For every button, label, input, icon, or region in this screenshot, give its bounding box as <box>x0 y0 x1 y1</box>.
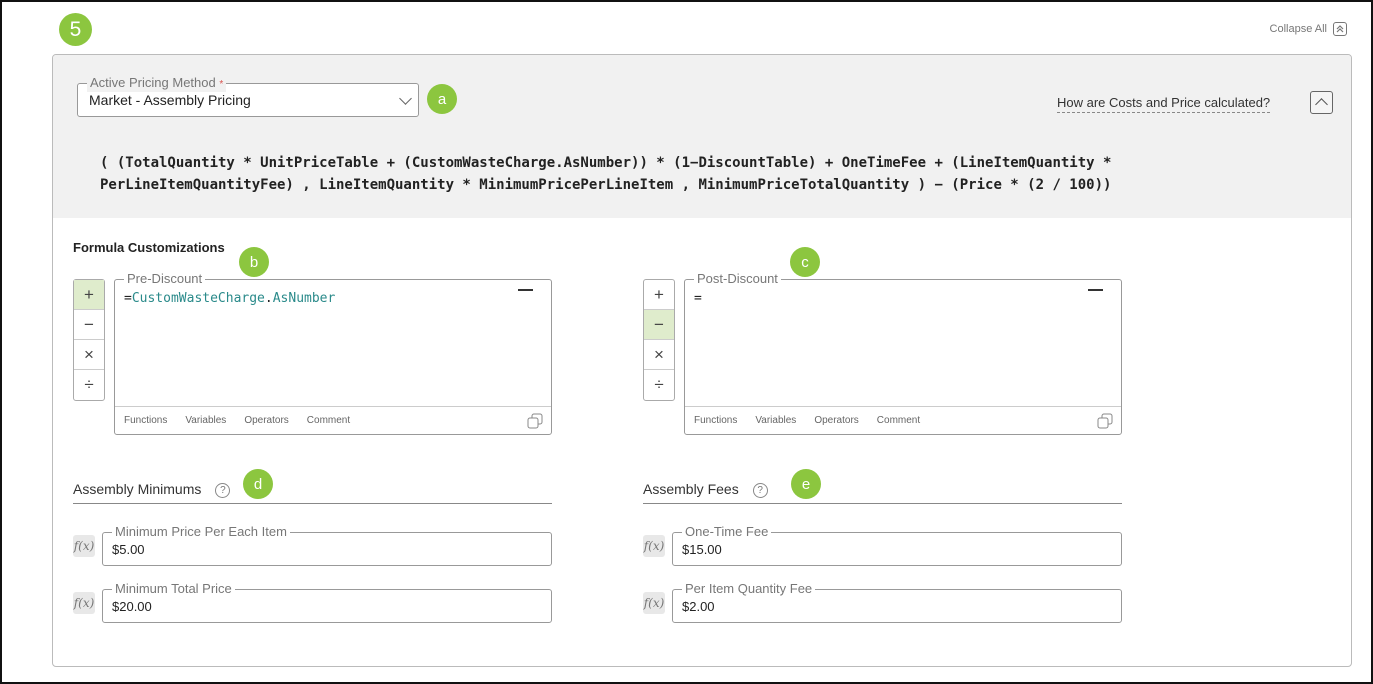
function-icon[interactable]: f(x) <box>643 535 665 557</box>
formula-line-2: PerLineItemQuantityFee) , LineItemQuanti… <box>100 177 1112 193</box>
function-icon[interactable]: f(x) <box>643 592 665 614</box>
post-discount-label: Post-Discount <box>694 272 781 286</box>
pre-discount-operators: + − × ÷ <box>73 279 105 401</box>
divide-operator-button[interactable]: ÷ <box>74 370 104 400</box>
minimum-price-per-item-label: Minimum Price Per Each Item <box>112 525 290 539</box>
formula-line-1: ( (TotalQuantity * UnitPriceTable + (Cus… <box>100 155 1112 171</box>
marker-b: b <box>239 247 269 277</box>
assembly-fees-heading: Assembly Fees? <box>643 481 768 498</box>
per-item-quantity-fee-label: Per Item Quantity Fee <box>682 582 816 596</box>
one-time-fee-label: One-Time Fee <box>682 525 772 539</box>
per-item-quantity-fee-value: $2.00 <box>682 599 715 614</box>
pre-discount-editor[interactable]: Pre-Discount =CustomWasteCharge.AsNumber… <box>114 272 552 435</box>
per-item-quantity-fee-field[interactable]: Per Item Quantity Fee $2.00 <box>672 582 1122 623</box>
post-discount-operators: + − × ÷ <box>643 279 675 401</box>
marker-e: e <box>791 469 821 499</box>
help-icon[interactable]: ? <box>752 483 768 498</box>
marker-a: a <box>427 84 457 114</box>
formula-equals: = <box>124 291 132 306</box>
help-icon[interactable]: ? <box>215 483 231 498</box>
variables-tab[interactable]: Variables <box>185 415 226 426</box>
formula-token-variable: CustomWasteCharge <box>131 291 265 306</box>
function-icon[interactable]: f(x) <box>73 592 95 614</box>
add-operator-button[interactable]: + <box>644 280 674 310</box>
marker-d: d <box>243 469 273 499</box>
subtract-operator-button[interactable]: − <box>74 310 104 340</box>
fees-divider <box>643 503 1122 504</box>
minimum-total-price-field[interactable]: Minimum Total Price $20.00 <box>102 582 552 623</box>
comment-tab[interactable]: Comment <box>877 415 920 426</box>
pricing-method-label: Active Pricing Method <box>90 75 216 90</box>
assembly-fees-title: Assembly Fees <box>643 481 739 497</box>
minimum-total-price-value: $20.00 <box>112 599 152 614</box>
one-time-fee-field[interactable]: One-Time Fee $15.00 <box>672 525 1122 566</box>
required-mark: * <box>219 79 224 90</box>
formula-customizations-title: Formula Customizations <box>73 240 225 255</box>
minimum-price-per-item-value: $5.00 <box>112 542 145 557</box>
expand-editor-icon[interactable] <box>527 413 543 429</box>
minimum-total-price-label: Minimum Total Price <box>112 582 235 596</box>
post-discount-formula[interactable]: = <box>694 291 702 306</box>
variables-tab[interactable]: Variables <box>755 415 796 426</box>
functions-tab[interactable]: Functions <box>694 415 737 426</box>
formula-dot: . <box>264 291 273 306</box>
pricing-card: Active Pricing Method * Market - Assembl… <box>52 54 1352 667</box>
formula-token-property: AsNumber <box>272 291 336 306</box>
minimize-icon[interactable] <box>1088 289 1103 291</box>
add-operator-button[interactable]: + <box>74 280 104 310</box>
comment-tab[interactable]: Comment <box>307 415 350 426</box>
minimums-divider <box>73 503 552 504</box>
pricing-method-select[interactable]: Active Pricing Method * Market - Assembl… <box>77 76 419 117</box>
pre-discount-label: Pre-Discount <box>124 272 206 286</box>
subtract-operator-button[interactable]: − <box>644 310 674 340</box>
collapse-all-button[interactable]: Collapse All <box>1270 22 1347 36</box>
chevron-up-icon <box>1315 98 1328 111</box>
pricing-method-legend: Active Pricing Method * <box>87 75 227 92</box>
divide-operator-button[interactable]: ÷ <box>644 370 674 400</box>
assembly-minimums-heading: Assembly Minimums? <box>73 481 231 498</box>
pricing-formula: ( (TotalQuantity * UnitPriceTable + (Cus… <box>100 152 1220 196</box>
double-chevron-up-icon <box>1333 22 1347 36</box>
post-discount-editor[interactable]: Post-Discount = Functions Variables Oper… <box>684 272 1122 435</box>
functions-tab[interactable]: Functions <box>124 415 167 426</box>
pre-discount-footer: Functions Variables Operators Comment <box>115 406 551 434</box>
pricing-method-panel: Active Pricing Method * Market - Assembl… <box>53 55 1351 218</box>
function-icon[interactable]: f(x) <box>73 535 95 557</box>
multiply-operator-button[interactable]: × <box>74 340 104 370</box>
marker-c: c <box>790 247 820 277</box>
assembly-minimums-title: Assembly Minimums <box>73 481 202 497</box>
operators-tab[interactable]: Operators <box>244 415 288 426</box>
one-time-fee-value: $15.00 <box>682 542 722 557</box>
operators-tab[interactable]: Operators <box>814 415 858 426</box>
pre-discount-formula[interactable]: =CustomWasteCharge.AsNumber <box>124 291 335 306</box>
minimum-price-per-item-field[interactable]: Minimum Price Per Each Item $5.00 <box>102 525 552 566</box>
collapse-all-label: Collapse All <box>1269 23 1327 35</box>
how-costs-calculated-link[interactable]: How are Costs and Price calculated? <box>1057 95 1271 113</box>
pricing-method-value: Market - Assembly Pricing <box>89 92 251 108</box>
minimize-icon[interactable] <box>518 289 533 291</box>
post-discount-footer: Functions Variables Operators Comment <box>685 406 1121 434</box>
expand-editor-icon[interactable] <box>1097 413 1113 429</box>
chevron-down-icon <box>399 92 412 105</box>
collapse-panel-button[interactable] <box>1310 91 1333 114</box>
multiply-operator-button[interactable]: × <box>644 340 674 370</box>
step-number-badge: 5 <box>59 13 92 46</box>
